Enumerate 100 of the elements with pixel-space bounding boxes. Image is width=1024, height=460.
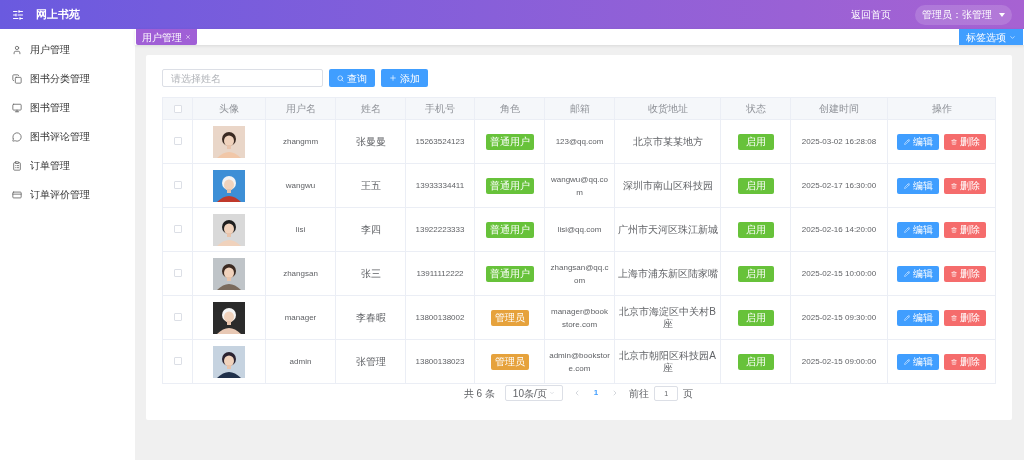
home-link[interactable]: 返回首页 xyxy=(851,7,891,22)
app-title: 网上书苑 xyxy=(36,7,80,23)
pencil-icon xyxy=(903,358,910,365)
table-cell: 广州市天河区珠江新城 xyxy=(614,207,721,252)
page-size-select[interactable]: 10条/页 xyxy=(504,385,563,401)
trash-icon xyxy=(950,138,957,145)
monitor-icon xyxy=(12,102,22,113)
checkbox[interactable] xyxy=(173,225,182,234)
close-icon[interactable] xyxy=(185,34,191,40)
delete-button[interactable]: 删除 xyxy=(944,177,986,194)
checkbox[interactable] xyxy=(173,357,182,366)
role-tag: 普通用户 xyxy=(485,177,534,194)
add-button[interactable]: 添加 xyxy=(381,69,428,87)
checkbox[interactable] xyxy=(173,181,182,190)
table-cell: manager@bookstore.com xyxy=(544,295,615,340)
pencil-icon xyxy=(903,138,910,145)
trash-icon xyxy=(950,182,957,189)
sidebar-item[interactable]: 图书管理 xyxy=(0,93,135,122)
table-cell: 2025-02-15 09:00:00 xyxy=(790,339,888,384)
table-cell: wangwu@qq.com xyxy=(544,163,615,208)
table-cell: 李四 xyxy=(335,207,406,252)
checkbox[interactable] xyxy=(173,105,182,114)
role-tag: 管理员 xyxy=(490,309,529,326)
column-header: 创建时间 xyxy=(790,97,888,120)
edit-button[interactable]: 编辑 xyxy=(897,177,939,194)
delete-button[interactable]: 删除 xyxy=(944,353,986,370)
goto-label: 前往 xyxy=(629,386,650,401)
table-cell: 李春暇 xyxy=(335,295,406,340)
edit-button[interactable]: 编辑 xyxy=(897,309,939,326)
delete-button[interactable]: 删除 xyxy=(944,309,986,326)
table-cell: 2025-02-16 14:20:00 xyxy=(790,207,888,252)
column-header: 操作 xyxy=(887,97,996,120)
column-header: 状态 xyxy=(720,97,791,120)
pencil-icon xyxy=(903,314,910,321)
status-tag: 启用 xyxy=(737,177,774,194)
pencil-icon xyxy=(903,270,910,277)
trash-icon xyxy=(950,314,957,321)
delete-button[interactable]: 删除 xyxy=(944,133,986,150)
table-cell: 13800138023 xyxy=(405,339,475,384)
status-tag: 启用 xyxy=(737,265,774,282)
table-cell: 13911112222 xyxy=(405,251,475,296)
user-icon xyxy=(12,44,22,55)
delete-button[interactable]: 删除 xyxy=(944,221,986,238)
total-count: 共 6 条 xyxy=(463,386,495,401)
edit-button[interactable]: 编辑 xyxy=(897,221,939,238)
sidebar-item[interactable]: 图书评论管理 xyxy=(0,122,135,151)
status-tag: 启用 xyxy=(737,221,774,238)
trash-icon xyxy=(950,270,957,277)
plus-icon xyxy=(389,74,397,82)
sidebar-item[interactable]: 订单评价管理 xyxy=(0,180,135,209)
search-field[interactable]: 请选择姓名 xyxy=(162,69,323,87)
role-tag: 普通用户 xyxy=(485,133,534,150)
table-cell: zhangsan@qq.com xyxy=(544,251,615,296)
sidebar-item[interactable]: 图书分类管理 xyxy=(0,64,135,93)
card-icon xyxy=(12,189,22,200)
column-header: 姓名 xyxy=(335,97,406,120)
tab-options-button[interactable]: 标签选项 xyxy=(959,29,1023,45)
delete-button[interactable]: 删除 xyxy=(944,265,986,282)
table-cell: 北京市海淀区中关村B座 xyxy=(614,295,721,340)
table-cell: 王五 xyxy=(335,163,406,208)
table-cell: 2025-02-15 10:00:00 xyxy=(790,251,888,296)
table-cell: 张曼曼 xyxy=(335,119,406,164)
table-cell: admin@bookstore.com xyxy=(544,339,615,384)
trash-icon xyxy=(950,358,957,365)
status-tag: 启用 xyxy=(737,309,774,326)
table-cell: 123@qq.com xyxy=(544,119,615,164)
column-header: 头像 xyxy=(192,97,266,120)
pencil-icon xyxy=(903,226,910,233)
copy-icon xyxy=(12,73,22,84)
role-tag: 管理员 xyxy=(490,353,529,370)
user-menu[interactable]: 管理员：张管理 xyxy=(915,4,1012,25)
table-cell: 2025-02-15 09:30:00 xyxy=(790,295,888,340)
sidebar-item[interactable]: 用户管理 xyxy=(0,35,135,64)
table-cell: zhangmm xyxy=(265,119,336,164)
edit-button[interactable]: 编辑 xyxy=(897,353,939,370)
page-suffix: 页 xyxy=(683,386,694,401)
page-number[interactable]: 1 xyxy=(590,387,602,399)
checkbox[interactable] xyxy=(173,269,182,278)
caret-icon xyxy=(999,12,1005,17)
checkbox[interactable] xyxy=(173,137,182,146)
edit-button[interactable]: 编辑 xyxy=(897,133,939,150)
table-cell: admin xyxy=(265,339,336,384)
edit-button[interactable]: 编辑 xyxy=(897,265,939,282)
search-button[interactable]: 查询 xyxy=(329,69,375,87)
column-header: 收货地址 xyxy=(614,97,721,120)
page-tab[interactable]: 用户管理 xyxy=(136,29,197,45)
role-tag: 普通用户 xyxy=(485,221,534,238)
table-cell: lisi@qq.com xyxy=(544,207,615,252)
table-cell: 13933334411 xyxy=(405,163,475,208)
checkbox[interactable] xyxy=(173,313,182,322)
sidebar-item[interactable]: 订单管理 xyxy=(0,151,135,180)
menu-icon[interactable] xyxy=(12,8,24,21)
table-cell: 北京市朝阳区科技园A座 xyxy=(614,339,721,384)
role-tag: 普通用户 xyxy=(485,265,534,282)
table-cell: 北京市某某地方 xyxy=(614,119,721,164)
search-icon xyxy=(337,74,344,82)
pencil-icon xyxy=(903,182,910,189)
chat-icon xyxy=(12,131,22,142)
chevron-icon xyxy=(1009,33,1016,41)
table-cell: 2025-02-17 16:30:00 xyxy=(790,163,888,208)
